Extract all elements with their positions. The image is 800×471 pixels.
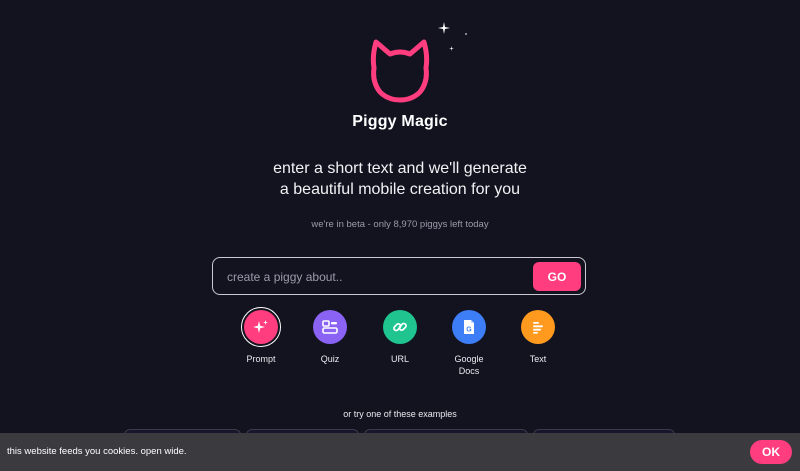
mode-google-docs[interactable]: G Google Docs	[434, 310, 504, 377]
mode-text[interactable]: Text	[503, 310, 573, 365]
mode-text-circle	[521, 310, 555, 344]
mode-prompt[interactable]: Prompt	[226, 307, 296, 365]
sparkles-icon	[253, 320, 268, 333]
cookie-banner: this website feeds you cookies. open wid…	[0, 433, 800, 471]
mode-google-docs-label-line-1: Google	[454, 354, 484, 364]
examples-heading: or try one of these examples	[343, 409, 457, 419]
star-dot-icon	[465, 33, 467, 35]
quiz-icon	[322, 320, 338, 334]
mode-url-circle	[383, 310, 417, 344]
mode-google-docs-label-line-2: Docs	[458, 366, 480, 376]
cat-head-icon	[370, 39, 430, 103]
headline-line-2: a beautiful mobile creation for you	[279, 181, 521, 198]
selected-ring	[241, 307, 281, 347]
svg-text:G: G	[466, 327, 472, 334]
headline: enter a short text and we'll generate a …	[0, 158, 800, 200]
cookie-ok-button[interactable]: OK	[750, 440, 792, 464]
search-box: GO	[212, 257, 586, 295]
mode-selector: Prompt Quiz URL G Google Docs Text	[0, 307, 800, 390]
mode-quiz-label: Quiz	[320, 354, 340, 364]
search-input[interactable]	[225, 266, 529, 288]
mode-text-label: Text	[529, 354, 547, 364]
page: Piggy Magic enter a short text and we'll…	[0, 0, 800, 471]
mode-prompt-label: Prompt	[246, 354, 276, 364]
headline-line-1: enter a short text and we'll generate	[273, 160, 527, 177]
link-icon	[393, 322, 407, 332]
cookie-banner-text: this website feeds you cookies. open wid…	[7, 446, 187, 457]
mode-quiz-circle	[313, 310, 347, 344]
mode-quiz[interactable]: Quiz	[295, 310, 365, 365]
google-docs-icon: G	[464, 320, 474, 334]
mode-google-docs-label: Google Docs	[434, 353, 504, 377]
mode-prompt-circle	[244, 310, 278, 344]
sparkle-small-icon	[449, 46, 454, 51]
text-lines-icon	[533, 322, 543, 334]
mode-url[interactable]: URL	[365, 310, 435, 365]
mode-url-label: URL	[390, 354, 409, 364]
sparkle-icon	[438, 22, 450, 34]
beta-note: we're in beta - only 8,970 piggys left t…	[311, 219, 489, 230]
brand-name: Piggy Magic	[352, 113, 448, 130]
mode-google-docs-circle: G	[452, 310, 486, 344]
go-button[interactable]: GO	[533, 262, 581, 291]
